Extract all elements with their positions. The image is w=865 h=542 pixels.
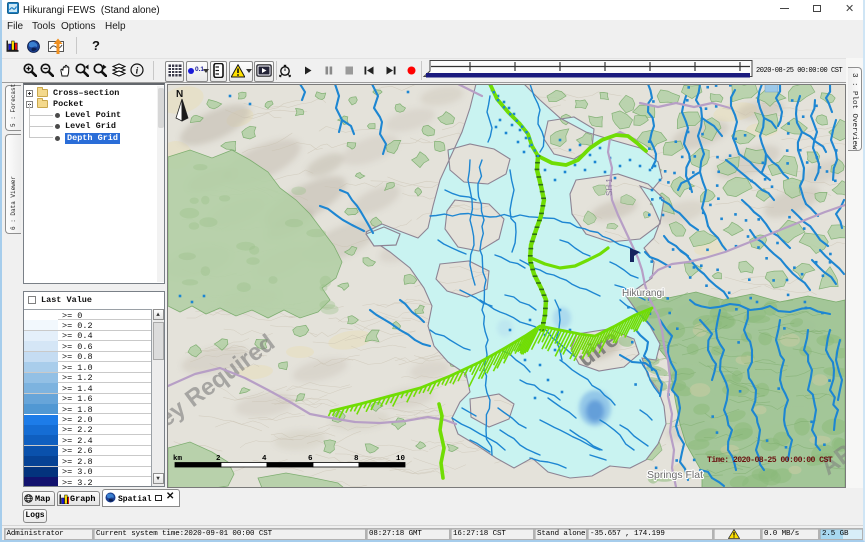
svg-text:2: 2 (216, 455, 221, 463)
svg-text:Springs Flat: Springs Flat (647, 469, 703, 481)
svg-text:SH 1: SH 1 (605, 178, 614, 196)
svg-text:4: 4 (262, 455, 267, 463)
svg-text:N: N (176, 89, 183, 100)
svg-text:i: i (136, 67, 139, 77)
svg-text:Time: 2020-08-25 00:00:00 CST: Time: 2020-08-25 00:00:00 CST (707, 455, 833, 465)
svg-text:Hikurangi: Hikurangi (622, 288, 664, 299)
svg-text:10: 10 (396, 455, 406, 463)
svg-text:km: km (173, 455, 183, 463)
svg-text:?: ? (92, 39, 100, 52)
svg-text:8: 8 (354, 455, 359, 463)
svg-text:6: 6 (308, 455, 313, 463)
